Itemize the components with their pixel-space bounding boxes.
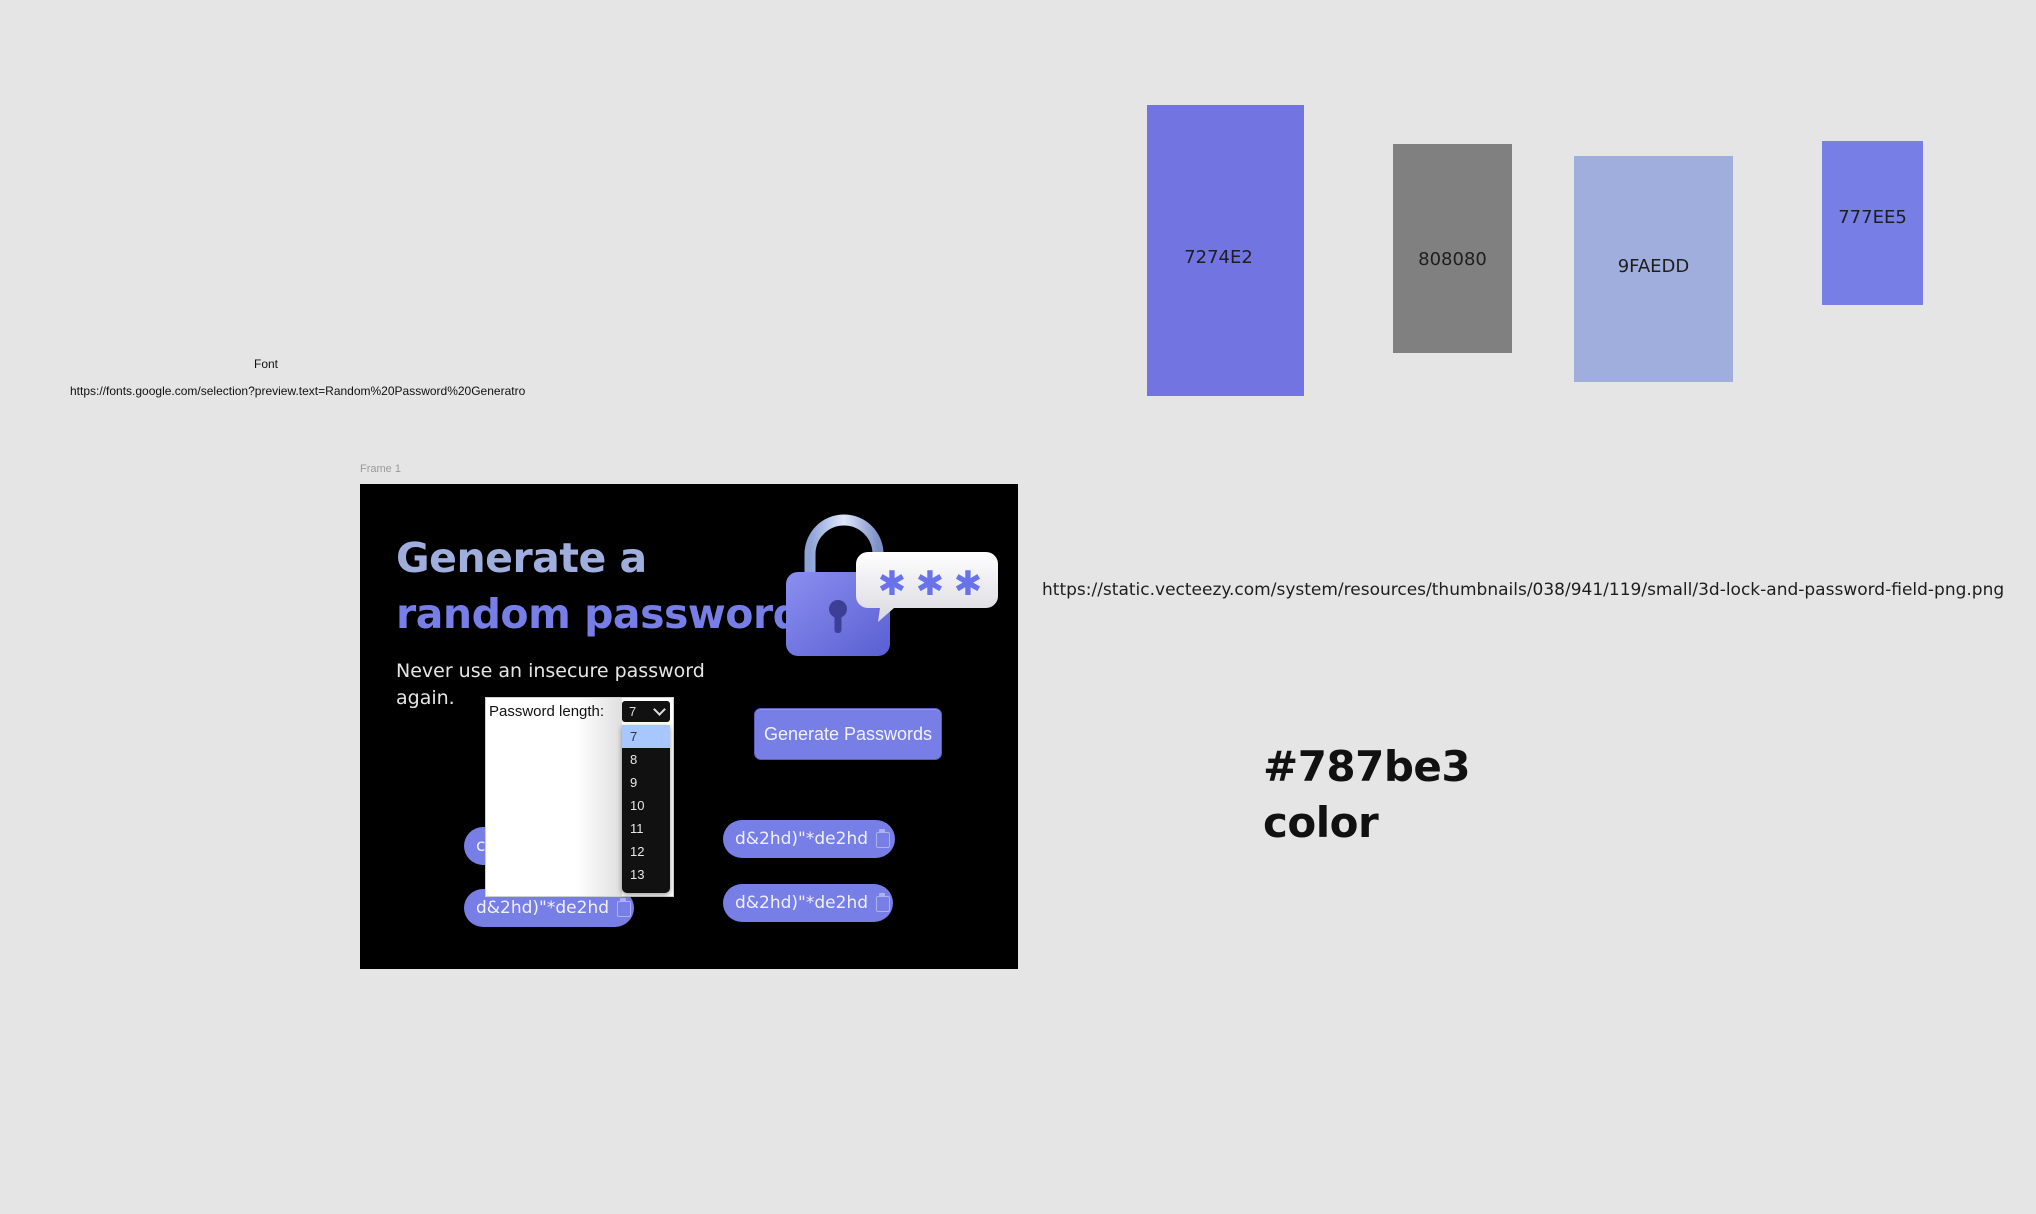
length-option[interactable]: 10	[622, 794, 670, 817]
color-swatch-777ee5: 777EE5	[1822, 141, 1923, 305]
frame-label: Frame 1	[360, 463, 401, 475]
design-frame: Generate a random password ✱ ✱ ✱ Never u…	[360, 484, 1018, 969]
length-option[interactable]: 13	[622, 863, 670, 886]
password-pill[interactable]: d&2hd)"*de2hd	[723, 820, 895, 858]
swatch-label: 777EE5	[1838, 206, 1907, 228]
color-swatch-7274e2: 7274E2	[1147, 105, 1304, 396]
password-length-options: 7 8 9 10 11 12 13	[622, 725, 670, 893]
swatch-label: 9FAEDD	[1617, 255, 1690, 277]
password-length-select[interactable]: 7	[622, 701, 670, 722]
asterisk-icon: ✱	[954, 564, 983, 604]
color-note: #787be3 color	[1263, 739, 1471, 851]
length-option[interactable]: 12	[622, 840, 670, 863]
title-line-1: Generate a	[396, 534, 647, 582]
color-note-word: color	[1263, 798, 1379, 847]
lock-password-illustration: ✱ ✱ ✱	[786, 514, 998, 656]
password-text: c	[476, 836, 486, 856]
generate-passwords-button[interactable]: Generate Passwords	[754, 708, 942, 760]
color-swatch-9faedd: 9FAEDD	[1574, 156, 1733, 382]
password-pill[interactable]: d&2hd)"*de2hd	[723, 884, 893, 922]
password-text: d&2hd)"*de2hd	[735, 829, 869, 849]
image-source-url: https://static.vecteezy.com/system/resou…	[1042, 580, 2005, 600]
color-note-hex: #787be3	[1263, 742, 1471, 791]
font-note-title: Font	[254, 357, 279, 371]
length-option[interactable]: 7	[622, 725, 670, 748]
swatch-label: 7274E2	[1184, 247, 1253, 268]
password-text: d&2hd)"*de2hd	[476, 898, 610, 918]
panel-shadow	[576, 698, 622, 896]
color-swatch-808080: 808080	[1393, 144, 1512, 353]
swatch-label: 808080	[1418, 249, 1487, 270]
password-text: d&2hd)"*de2hd	[735, 893, 869, 913]
asterisk-icon: ✱	[916, 564, 945, 604]
font-note-url: https://fonts.google.com/selection?previ…	[70, 384, 526, 398]
length-option[interactable]: 9	[622, 771, 670, 794]
page-title: Generate a random password	[396, 530, 802, 642]
asterisk-icon: ✱	[878, 564, 907, 604]
copy-icon[interactable]	[874, 893, 892, 913]
chevron-down-icon	[653, 703, 666, 716]
password-length-label: Password length:	[489, 703, 605, 720]
length-option[interactable]: 8	[622, 748, 670, 771]
copy-icon[interactable]	[615, 898, 633, 918]
password-length-panel: Password length: 7 7 8 9 10 11 12 13	[485, 697, 674, 897]
copy-icon[interactable]	[874, 829, 892, 849]
selected-length: 7	[629, 704, 637, 719]
title-line-2: random password	[396, 590, 802, 638]
length-option[interactable]: 11	[622, 817, 670, 840]
